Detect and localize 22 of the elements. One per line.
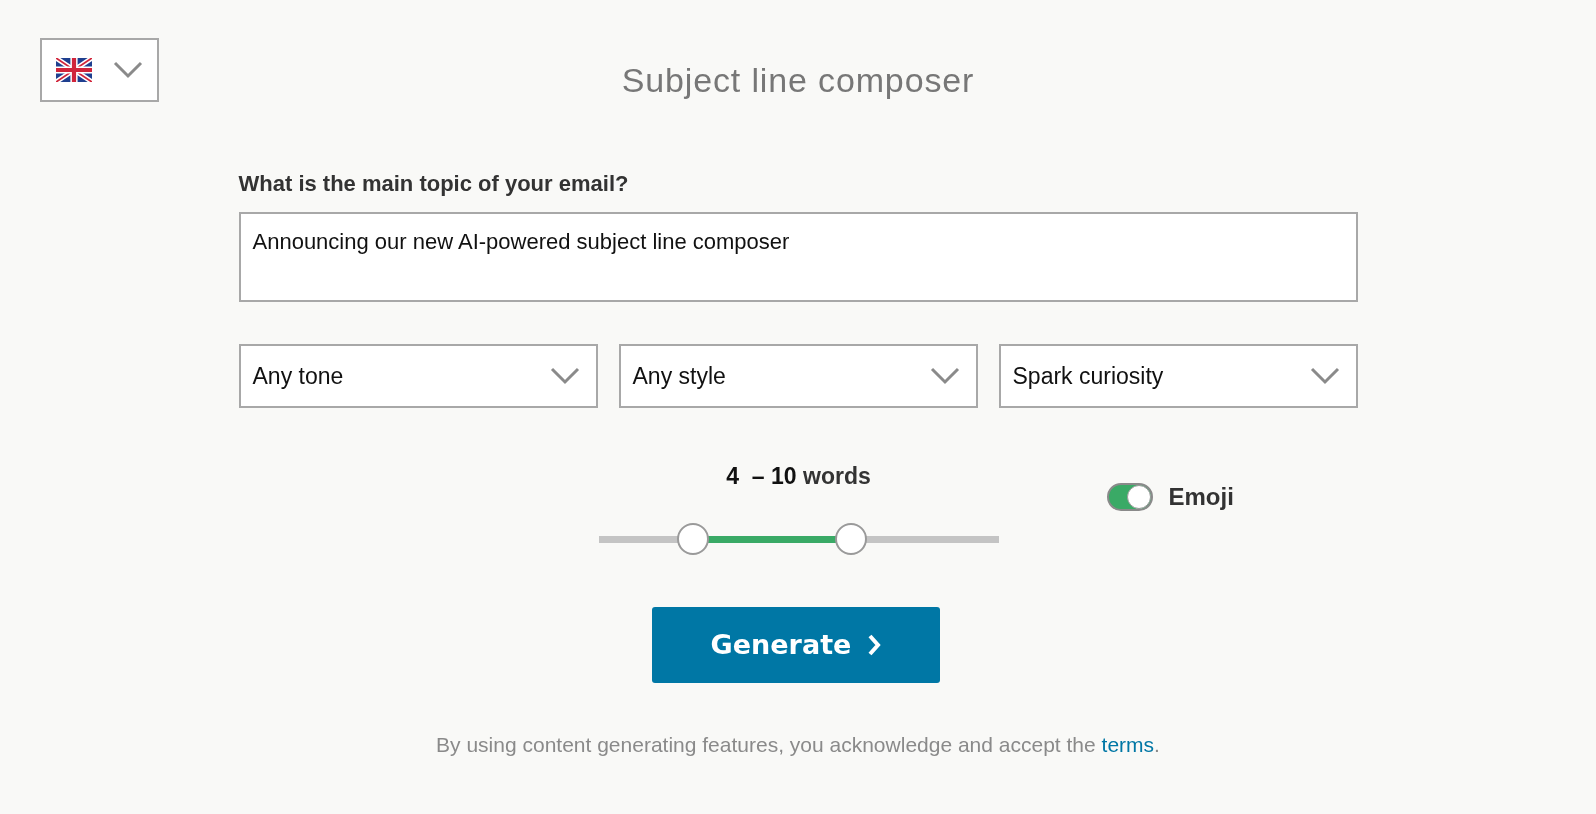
chevron-down-icon [113,61,143,79]
chevron-down-icon [549,367,580,385]
page-title: Subject line composer [621,60,975,100]
topic-label: What is the main topic of your email? [238,170,630,198]
chevron-right-icon [867,634,882,656]
emoji-toggle[interactable] [1106,483,1153,511]
generate-button[interactable]: Generate [652,607,940,683]
chevron-down-icon [929,367,960,385]
dropdown[interactable]: Any tone [238,344,598,408]
language-select[interactable] [40,38,159,102]
dropdown[interactable]: Spark curiosity [998,344,1358,408]
flag-icon [56,58,92,82]
topic-field[interactable]: Announcing our new AI-powered subject line composer [238,212,1358,302]
slider-thumb[interactable] [834,523,867,555]
terms-notice: By using content generating features, you acknowledge and accept the terms. [435,732,1161,758]
word-range-label: 4 – 10 words [726,462,871,490]
dropdown[interactable]: Any style [618,344,978,408]
slider-thumb[interactable] [676,523,709,555]
chevron-down-icon [1309,367,1340,385]
range-slider[interactable] [598,523,999,555]
terms-link[interactable]: terms [1101,733,1155,756]
emoji-label: Emoji [1168,482,1234,512]
